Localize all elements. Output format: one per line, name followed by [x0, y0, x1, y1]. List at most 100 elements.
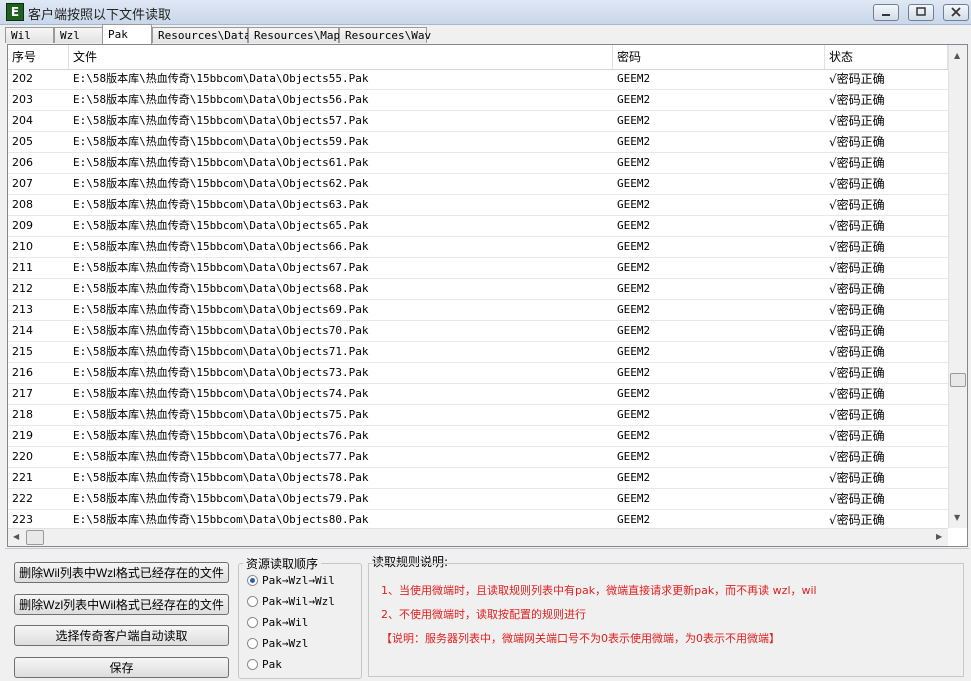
cell-file: E:\58版本库\热血传奇\15bbcom\Data\Objects74.Pak — [73, 387, 369, 400]
cell-id: 205 — [12, 135, 33, 148]
cell-pwd: GEEM2 — [617, 282, 651, 295]
cell-id: 206 — [12, 156, 33, 169]
scroll-left-icon[interactable]: ◀ — [13, 532, 19, 541]
cell-file: E:\58版本库\热血传奇\15bbcom\Data\Objects80.Pak — [73, 513, 369, 526]
table-row[interactable]: 215 E:\58版本库\热血传奇\15bbcom\Data\Objects71.… — [8, 342, 948, 363]
cell-id: 219 — [12, 429, 33, 442]
cell-status: √密码正确 — [829, 72, 885, 86]
table-row[interactable]: 222 E:\58版本库\热血传奇\15bbcom\Data\Objects79.… — [8, 489, 948, 510]
table-row[interactable]: 214 E:\58版本库\热血传奇\15bbcom\Data\Objects70.… — [8, 321, 948, 342]
delete-wzl-dup-button[interactable]: 删除Wzl列表中Wil格式已经存在的文件 — [14, 594, 229, 615]
radio-button[interactable] — [247, 575, 258, 586]
radio-button[interactable] — [247, 617, 258, 628]
table-row[interactable]: 211 E:\58版本库\热血传奇\15bbcom\Data\Objects67.… — [8, 258, 948, 279]
minimize-button[interactable] — [873, 4, 899, 21]
vertical-scrollbar[interactable]: ▲ ▼ — [948, 45, 967, 528]
radio-label: Pak→Wil→Wzl — [262, 595, 335, 608]
cell-status: √密码正确 — [829, 135, 885, 149]
cell-id: 217 — [12, 387, 33, 400]
cell-status: √密码正确 — [829, 387, 885, 401]
table-row[interactable]: 217 E:\58版本库\热血传奇\15bbcom\Data\Objects74.… — [8, 384, 948, 405]
maximize-button[interactable] — [908, 4, 934, 21]
horizontal-scroll-thumb[interactable] — [26, 530, 44, 545]
scroll-down-icon[interactable]: ▼ — [954, 513, 960, 522]
cell-id: 202 — [12, 72, 33, 85]
cell-pwd: GEEM2 — [617, 219, 651, 232]
table-row[interactable]: 208 E:\58版本库\热血传奇\15bbcom\Data\Objects63.… — [8, 195, 948, 216]
cell-status: √密码正确 — [829, 366, 885, 380]
cell-status: √密码正确 — [829, 282, 885, 296]
tab-wzl[interactable]: Wzl — [54, 27, 103, 43]
table-row[interactable]: 203 E:\58版本库\热血传奇\15bbcom\Data\Objects56.… — [8, 90, 948, 111]
tab-resources-map[interactable]: Resources\Map — [248, 27, 340, 43]
tab-resources-wav[interactable]: Resources\Wav — [339, 27, 431, 43]
select-client-button[interactable]: 选择传奇客户端自动读取 — [14, 625, 229, 646]
rule-line-1: 1、当使用微端时，且读取规则列表中有pak，微端直接请求更新pak，而不再读 w… — [381, 584, 817, 597]
cell-id: 220 — [12, 450, 33, 463]
scroll-up-icon[interactable]: ▲ — [954, 51, 960, 60]
file-list[interactable]: 序号 文件 密码 状态 202 E:\58版本库\热血传奇\15bbcom\Dat… — [7, 44, 968, 547]
table-row[interactable]: 216 E:\58版本库\热血传奇\15bbcom\Data\Objects73.… — [8, 363, 948, 384]
cell-file: E:\58版本库\热血传奇\15bbcom\Data\Objects61.Pak — [73, 156, 369, 169]
table-row[interactable]: 202 E:\58版本库\热血传奇\15bbcom\Data\Objects55.… — [8, 69, 948, 90]
cell-status: √密码正确 — [829, 114, 885, 128]
table-row[interactable]: 209 E:\58版本库\热血传奇\15bbcom\Data\Objects65.… — [8, 216, 948, 237]
cell-file: E:\58版本库\热血传奇\15bbcom\Data\Objects65.Pak — [73, 219, 369, 232]
table-row[interactable]: 207 E:\58版本库\热血传奇\15bbcom\Data\Objects62.… — [8, 174, 948, 195]
column-header-file[interactable]: 文件 — [69, 45, 613, 69]
cell-status: √密码正确 — [829, 219, 885, 233]
cell-status: √密码正确 — [829, 261, 885, 275]
table-row[interactable]: 206 E:\58版本库\热血传奇\15bbcom\Data\Objects61.… — [8, 153, 948, 174]
cell-file: E:\58版本库\热血传奇\15bbcom\Data\Objects78.Pak — [73, 471, 369, 484]
radio-button[interactable] — [247, 596, 258, 607]
column-header-password[interactable]: 密码 — [613, 45, 825, 69]
table-row[interactable]: 210 E:\58版本库\热血传奇\15bbcom\Data\Objects66.… — [8, 237, 948, 258]
cell-status: √密码正确 — [829, 345, 885, 359]
cell-id: 216 — [12, 366, 33, 379]
table-row[interactable]: 213 E:\58版本库\热血传奇\15bbcom\Data\Objects69.… — [8, 300, 948, 321]
table-row[interactable]: 212 E:\58版本库\热血传奇\15bbcom\Data\Objects68.… — [8, 279, 948, 300]
cell-file: E:\58版本库\热血传奇\15bbcom\Data\Objects71.Pak — [73, 345, 369, 358]
radio-label: Pak→Wzl→Wil — [262, 574, 335, 587]
delete-wil-dup-button[interactable]: 删除Wil列表中Wzl格式已经存在的文件 — [14, 562, 229, 583]
cell-status: √密码正确 — [829, 450, 885, 464]
cell-pwd: GEEM2 — [617, 114, 651, 127]
cell-id: 208 — [12, 198, 33, 211]
table-row[interactable]: 221 E:\58版本库\热血传奇\15bbcom\Data\Objects78.… — [8, 468, 948, 489]
table-row[interactable]: 218 E:\58版本库\热血传奇\15bbcom\Data\Objects75.… — [8, 405, 948, 426]
table-row[interactable]: 219 E:\58版本库\热血传奇\15bbcom\Data\Objects76.… — [8, 426, 948, 447]
save-button[interactable]: 保存 — [14, 657, 229, 678]
cell-pwd: GEEM2 — [617, 492, 651, 505]
radio-button[interactable] — [247, 638, 258, 649]
cell-pwd: GEEM2 — [617, 261, 651, 274]
column-header-id[interactable]: 序号 — [8, 45, 69, 69]
cell-pwd: GEEM2 — [617, 72, 651, 85]
cell-pwd: GEEM2 — [617, 303, 651, 316]
tab-resources-data[interactable]: Resources\Data — [152, 27, 251, 43]
table-row[interactable]: 220 E:\58版本库\热血传奇\15bbcom\Data\Objects77.… — [8, 447, 948, 468]
close-button[interactable] — [943, 4, 969, 21]
scroll-right-icon[interactable]: ▶ — [936, 532, 942, 541]
tab-pak[interactable]: Pak — [102, 24, 152, 44]
cell-id: 204 — [12, 114, 33, 127]
title-bar: E 客户端按照以下文件读取 — [0, 0, 971, 25]
cell-file: E:\58版本库\热血传奇\15bbcom\Data\Objects66.Pak — [73, 240, 369, 253]
cell-pwd: GEEM2 — [617, 408, 651, 421]
cell-id: 218 — [12, 408, 33, 421]
horizontal-scrollbar[interactable]: ◀ ▶ — [8, 528, 948, 546]
cell-pwd: GEEM2 — [617, 156, 651, 169]
radio-button[interactable] — [247, 659, 258, 670]
column-header-status[interactable]: 状态 — [825, 45, 948, 69]
cell-pwd: GEEM2 — [617, 240, 651, 253]
vertical-scroll-thumb[interactable] — [950, 373, 966, 387]
cell-file: E:\58版本库\热血传奇\15bbcom\Data\Objects55.Pak — [73, 72, 369, 85]
cell-pwd: GEEM2 — [617, 471, 651, 484]
cell-pwd: GEEM2 — [617, 429, 651, 442]
table-row[interactable]: 204 E:\58版本库\热血传奇\15bbcom\Data\Objects57.… — [8, 111, 948, 132]
cell-status: √密码正确 — [829, 177, 885, 191]
cell-file: E:\58版本库\热血传奇\15bbcom\Data\Objects57.Pak — [73, 114, 369, 127]
radio-label: Pak→Wzl — [262, 637, 309, 650]
cell-id: 223 — [12, 513, 33, 526]
table-row[interactable]: 205 E:\58版本库\热血传奇\15bbcom\Data\Objects59.… — [8, 132, 948, 153]
tab-wil[interactable]: Wil — [5, 27, 54, 43]
